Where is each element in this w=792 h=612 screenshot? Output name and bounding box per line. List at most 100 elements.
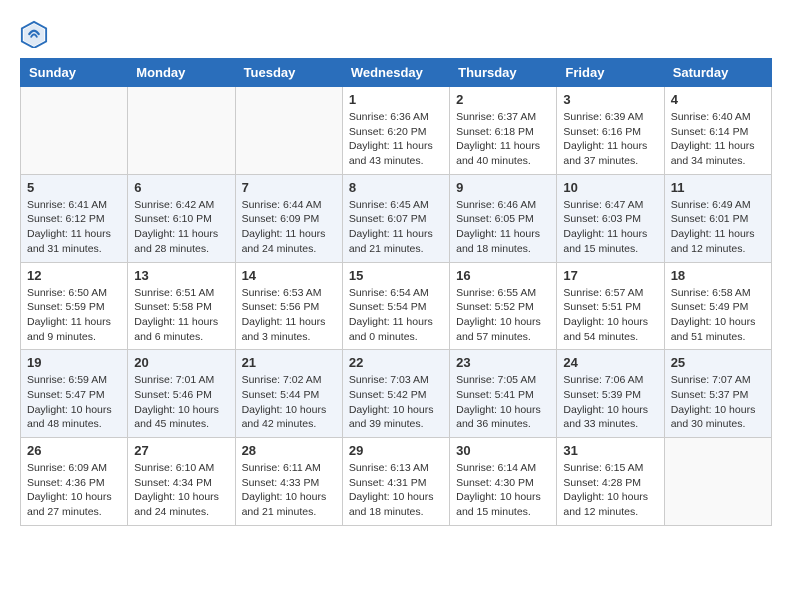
- day-info: Sunrise: 7:07 AMSunset: 5:37 PMDaylight:…: [671, 373, 765, 432]
- calendar-cell: 13 Sunrise: 6:51 AMSunset: 5:58 PMDayligh…: [128, 262, 235, 350]
- calendar-cell: 7Sunrise: 6:44 AMSunset: 6:09 PMDaylight…: [235, 174, 342, 262]
- day-number: 20: [134, 355, 228, 370]
- day-info: Sunrise: 6:57 AMSunset: 5:51 PMDaylight:…: [563, 286, 657, 345]
- day-number: 19: [27, 355, 121, 370]
- day-number: 10: [563, 180, 657, 195]
- logo-icon: [20, 20, 48, 48]
- calendar-cell: [235, 87, 342, 175]
- day-info: Sunrise: 6:50 AMSunset: 5:59 PMDaylight:…: [27, 286, 121, 345]
- day-info: Sunrise: 7:03 AMSunset: 5:42 PMDaylight:…: [349, 373, 443, 432]
- day-info: Sunrise: 6:15 AMSunset: 4:28 PMDaylight:…: [563, 461, 657, 520]
- day-info: Sunrise: 6:42 AMSunset: 6:10 PMDaylight:…: [134, 198, 228, 257]
- calendar-cell: 23 Sunrise: 7:05 AMSunset: 5:41 PMDayligh…: [450, 350, 557, 438]
- day-info: Sunrise: 6:51 AMSunset: 5:58 PMDaylight:…: [134, 286, 228, 345]
- calendar-week-row: 1 Sunrise: 6:36 AMSunset: 6:20 PMDaylight…: [21, 87, 772, 175]
- day-info: Sunrise: 6:40 AMSunset: 6:14 PMDaylight:…: [671, 110, 765, 169]
- day-info: Sunrise: 7:06 AMSunset: 5:39 PMDaylight:…: [563, 373, 657, 432]
- calendar-cell: 8Sunrise: 6:45 AMSunset: 6:07 PMDaylight…: [342, 174, 449, 262]
- calendar-cell: [128, 87, 235, 175]
- day-number: 17: [563, 268, 657, 283]
- day-info: Sunrise: 6:10 AMSunset: 4:34 PMDaylight:…: [134, 461, 228, 520]
- day-info: Sunrise: 6:54 AMSunset: 5:54 PMDaylight:…: [349, 286, 443, 345]
- day-number: 8: [349, 180, 443, 195]
- day-info: Sunrise: 6:47 AMSunset: 6:03 PMDaylight:…: [563, 198, 657, 257]
- day-number: 25: [671, 355, 765, 370]
- day-info: Sunrise: 6:14 AMSunset: 4:30 PMDaylight:…: [456, 461, 550, 520]
- calendar-cell: 16 Sunrise: 6:55 AMSunset: 5:52 PMDayligh…: [450, 262, 557, 350]
- calendar-cell: [664, 438, 771, 526]
- calendar-cell: 22 Sunrise: 7:03 AMSunset: 5:42 PMDayligh…: [342, 350, 449, 438]
- day-number: 31: [563, 443, 657, 458]
- day-info: Sunrise: 6:41 AMSunset: 6:12 PMDaylight:…: [27, 198, 121, 257]
- calendar-cell: 26 Sunrise: 6:09 AMSunset: 4:36 PMDayligh…: [21, 438, 128, 526]
- calendar-cell: 24 Sunrise: 7:06 AMSunset: 5:39 PMDayligh…: [557, 350, 664, 438]
- calendar-cell: 3 Sunrise: 6:39 AMSunset: 6:16 PMDaylight…: [557, 87, 664, 175]
- day-number: 26: [27, 443, 121, 458]
- day-number: 27: [134, 443, 228, 458]
- calendar-cell: 21 Sunrise: 7:02 AMSunset: 5:44 PMDayligh…: [235, 350, 342, 438]
- day-number: 7: [242, 180, 336, 195]
- calendar-cell: 1 Sunrise: 6:36 AMSunset: 6:20 PMDaylight…: [342, 87, 449, 175]
- day-info: Sunrise: 7:02 AMSunset: 5:44 PMDaylight:…: [242, 373, 336, 432]
- day-number: 12: [27, 268, 121, 283]
- calendar-cell: 27 Sunrise: 6:10 AMSunset: 4:34 PMDayligh…: [128, 438, 235, 526]
- day-number: 21: [242, 355, 336, 370]
- day-number: 2: [456, 92, 550, 107]
- calendar-cell: 20Sunrise: 7:01 AMSunset: 5:46 PMDayligh…: [128, 350, 235, 438]
- day-info: Sunrise: 6:11 AMSunset: 4:33 PMDaylight:…: [242, 461, 336, 520]
- day-info: Sunrise: 6:39 AMSunset: 6:16 PMDaylight:…: [563, 110, 657, 169]
- day-number: 16: [456, 268, 550, 283]
- calendar-cell: 4Sunrise: 6:40 AMSunset: 6:14 PMDaylight…: [664, 87, 771, 175]
- calendar-cell: 11 Sunrise: 6:49 AMSunset: 6:01 PMDayligh…: [664, 174, 771, 262]
- calendar-cell: 29 Sunrise: 6:13 AMSunset: 4:31 PMDayligh…: [342, 438, 449, 526]
- day-info: Sunrise: 6:53 AMSunset: 5:56 PMDaylight:…: [242, 286, 336, 345]
- day-number: 11: [671, 180, 765, 195]
- day-number: 9: [456, 180, 550, 195]
- day-number: 1: [349, 92, 443, 107]
- calendar-cell: 2Sunrise: 6:37 AMSunset: 6:18 PMDaylight…: [450, 87, 557, 175]
- day-number: 24: [563, 355, 657, 370]
- calendar-week-row: 19 Sunrise: 6:59 AMSunset: 5:47 PMDayligh…: [21, 350, 772, 438]
- day-header-sunday: Sunday: [21, 59, 128, 87]
- calendar-cell: 12 Sunrise: 6:50 AMSunset: 5:59 PMDayligh…: [21, 262, 128, 350]
- day-info: Sunrise: 6:58 AMSunset: 5:49 PMDaylight:…: [671, 286, 765, 345]
- day-header-thursday: Thursday: [450, 59, 557, 87]
- day-number: 23: [456, 355, 550, 370]
- day-header-tuesday: Tuesday: [235, 59, 342, 87]
- calendar-cell: 15Sunrise: 6:54 AMSunset: 5:54 PMDayligh…: [342, 262, 449, 350]
- day-info: Sunrise: 6:46 AMSunset: 6:05 PMDaylight:…: [456, 198, 550, 257]
- calendar-cell: 5 Sunrise: 6:41 AMSunset: 6:12 PMDaylight…: [21, 174, 128, 262]
- day-info: Sunrise: 6:09 AMSunset: 4:36 PMDaylight:…: [27, 461, 121, 520]
- calendar-week-row: 26 Sunrise: 6:09 AMSunset: 4:36 PMDayligh…: [21, 438, 772, 526]
- logo: [20, 20, 50, 48]
- day-info: Sunrise: 6:55 AMSunset: 5:52 PMDaylight:…: [456, 286, 550, 345]
- calendar-cell: 28 Sunrise: 6:11 AMSunset: 4:33 PMDayligh…: [235, 438, 342, 526]
- day-number: 13: [134, 268, 228, 283]
- day-number: 29: [349, 443, 443, 458]
- calendar-cell: 19 Sunrise: 6:59 AMSunset: 5:47 PMDayligh…: [21, 350, 128, 438]
- day-header-friday: Friday: [557, 59, 664, 87]
- day-number: 5: [27, 180, 121, 195]
- calendar-week-row: 5 Sunrise: 6:41 AMSunset: 6:12 PMDaylight…: [21, 174, 772, 262]
- calendar-cell: 6 Sunrise: 6:42 AMSunset: 6:10 PMDaylight…: [128, 174, 235, 262]
- day-number: 28: [242, 443, 336, 458]
- day-info: Sunrise: 6:49 AMSunset: 6:01 PMDaylight:…: [671, 198, 765, 257]
- day-number: 22: [349, 355, 443, 370]
- calendar-header-row: SundayMondayTuesdayWednesdayThursdayFrid…: [21, 59, 772, 87]
- calendar-cell: 17 Sunrise: 6:57 AMSunset: 5:51 PMDayligh…: [557, 262, 664, 350]
- day-number: 6: [134, 180, 228, 195]
- calendar-cell: 18Sunrise: 6:58 AMSunset: 5:49 PMDayligh…: [664, 262, 771, 350]
- day-info: Sunrise: 7:05 AMSunset: 5:41 PMDaylight:…: [456, 373, 550, 432]
- day-info: Sunrise: 6:36 AMSunset: 6:20 PMDaylight:…: [349, 110, 443, 169]
- day-info: Sunrise: 6:13 AMSunset: 4:31 PMDaylight:…: [349, 461, 443, 520]
- calendar-cell: 31 Sunrise: 6:15 AMSunset: 4:28 PMDayligh…: [557, 438, 664, 526]
- day-number: 3: [563, 92, 657, 107]
- calendar-cell: 10 Sunrise: 6:47 AMSunset: 6:03 PMDayligh…: [557, 174, 664, 262]
- calendar-cell: 14 Sunrise: 6:53 AMSunset: 5:56 PMDayligh…: [235, 262, 342, 350]
- day-info: Sunrise: 6:59 AMSunset: 5:47 PMDaylight:…: [27, 373, 121, 432]
- calendar-cell: 30 Sunrise: 6:14 AMSunset: 4:30 PMDayligh…: [450, 438, 557, 526]
- calendar-cell: 9 Sunrise: 6:46 AMSunset: 6:05 PMDaylight…: [450, 174, 557, 262]
- day-number: 14: [242, 268, 336, 283]
- day-number: 30: [456, 443, 550, 458]
- day-header-saturday: Saturday: [664, 59, 771, 87]
